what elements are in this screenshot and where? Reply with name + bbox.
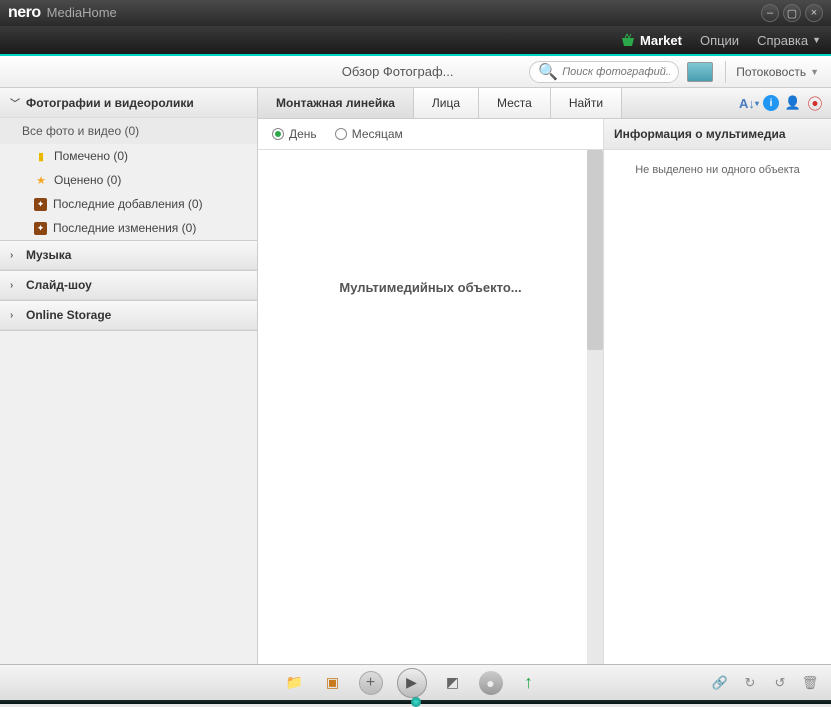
chevron-right-icon: ›: [10, 280, 20, 291]
tabs: Монтажная линейка Лица Места Найти A↓▾ i…: [258, 88, 831, 119]
options-menu[interactable]: Опции: [700, 33, 739, 48]
search-icon: 🔍: [538, 62, 558, 82]
page-title: Обзор Фотограф...: [6, 64, 529, 79]
refresh-button[interactable]: ↻: [741, 674, 759, 692]
chevron-down-icon: ▼: [812, 35, 821, 45]
toolbar: Обзор Фотограф... 🔍 Потоковость ▼: [0, 56, 831, 88]
sidebar-section-music[interactable]: › Музыка: [0, 241, 257, 270]
tab-places[interactable]: Места: [479, 88, 551, 118]
bookmark-icon: ▮: [34, 149, 48, 163]
media-viewer: Мультимедийных объекто...: [258, 150, 603, 664]
info-button[interactable]: i: [763, 95, 779, 111]
filter-bar: День Месяцам: [258, 119, 603, 150]
sidebar-item-all[interactable]: Все фото и видео (0): [0, 118, 257, 144]
stack-button[interactable]: ▣: [321, 671, 345, 695]
screen-icon[interactable]: [687, 62, 713, 82]
sidebar-item-recent-add[interactable]: ✦ Последние добавления (0): [0, 192, 257, 216]
sidebar: ﹀ Фотографии и видеоролики Все фото и ви…: [0, 88, 258, 664]
sidebar-section-photos[interactable]: ﹀ Фотографии и видеоролики: [0, 88, 257, 118]
info-panel: Информация о мультимедиа Не выделено ни …: [603, 119, 831, 664]
location-icon[interactable]: ⦿: [807, 95, 823, 111]
chevron-right-icon: ›: [10, 310, 20, 321]
person-icon[interactable]: 👤: [785, 95, 801, 111]
empty-message: Мультимедийных объекто...: [339, 280, 521, 295]
box-icon: ✦: [34, 222, 47, 235]
rotate-button[interactable]: ↺: [771, 674, 789, 692]
titlebar: nero MediaHome – ▢ ×: [0, 0, 831, 26]
tab-find[interactable]: Найти: [551, 88, 622, 118]
sidebar-item-rated[interactable]: ★ Оценено (0): [0, 168, 257, 192]
product-text: MediaHome: [47, 5, 117, 20]
star-icon: ★: [34, 173, 48, 187]
radio-icon: [335, 128, 347, 140]
tab-faces[interactable]: Лица: [414, 88, 479, 118]
brand-text: nero: [8, 4, 41, 22]
sort-button[interactable]: A↓▾: [741, 95, 757, 111]
upload-button[interactable]: ↑: [517, 671, 541, 695]
progress-bar[interactable]: [0, 700, 831, 704]
sidebar-item-recent-edit[interactable]: ✦ Последние изменения (0): [0, 216, 257, 240]
maximize-button[interactable]: ▢: [783, 4, 801, 22]
trash-button[interactable]: 🗑: [801, 674, 819, 692]
help-menu[interactable]: Справка▼: [757, 33, 821, 48]
add-button[interactable]: +: [359, 671, 383, 695]
scrollbar-thumb[interactable]: [587, 150, 603, 350]
app-logo: nero MediaHome: [8, 4, 117, 22]
globe-button[interactable]: ●: [479, 671, 503, 695]
edit-button[interactable]: ◩: [441, 671, 465, 695]
sidebar-section-storage[interactable]: › Online Storage: [0, 301, 257, 330]
chevron-right-icon: ›: [10, 250, 20, 261]
add-folder-button[interactable]: 📁: [283, 671, 307, 695]
stream-button[interactable]: Потоковость ▼: [730, 65, 825, 79]
main-area: Монтажная линейка Лица Места Найти A↓▾ i…: [258, 88, 831, 664]
radio-icon: [272, 128, 284, 140]
play-button[interactable]: ▶: [397, 668, 427, 698]
sidebar-item-tagged[interactable]: ▮ Помечено (0): [0, 144, 257, 168]
market-link[interactable]: Market: [620, 33, 682, 48]
basket-icon: [620, 33, 636, 47]
search-box[interactable]: 🔍: [529, 61, 679, 83]
scrollbar[interactable]: [587, 150, 603, 664]
radio-day[interactable]: День: [272, 127, 317, 141]
info-panel-empty: Не выделено ни одного объекта: [604, 150, 831, 190]
search-input[interactable]: [562, 66, 670, 78]
close-button[interactable]: ×: [805, 4, 823, 22]
radio-month[interactable]: Месяцам: [335, 127, 403, 141]
minimize-button[interactable]: –: [761, 4, 779, 22]
chevron-down-icon: ﹀: [10, 95, 20, 110]
sidebar-section-slideshow[interactable]: › Слайд-шоу: [0, 271, 257, 300]
info-panel-title: Информация о мультимедиа: [604, 119, 831, 150]
menubar: Market Опции Справка▼: [0, 26, 831, 56]
chevron-down-icon: ▼: [810, 67, 819, 77]
bottom-toolbar: 📁 ▣ + ▶ ◩ ● ↑ 🔗 ↻ ↺ 🗑: [0, 664, 831, 700]
tab-timeline[interactable]: Монтажная линейка: [258, 88, 414, 118]
box-icon: ✦: [34, 198, 47, 211]
link-button[interactable]: 🔗: [711, 674, 729, 692]
